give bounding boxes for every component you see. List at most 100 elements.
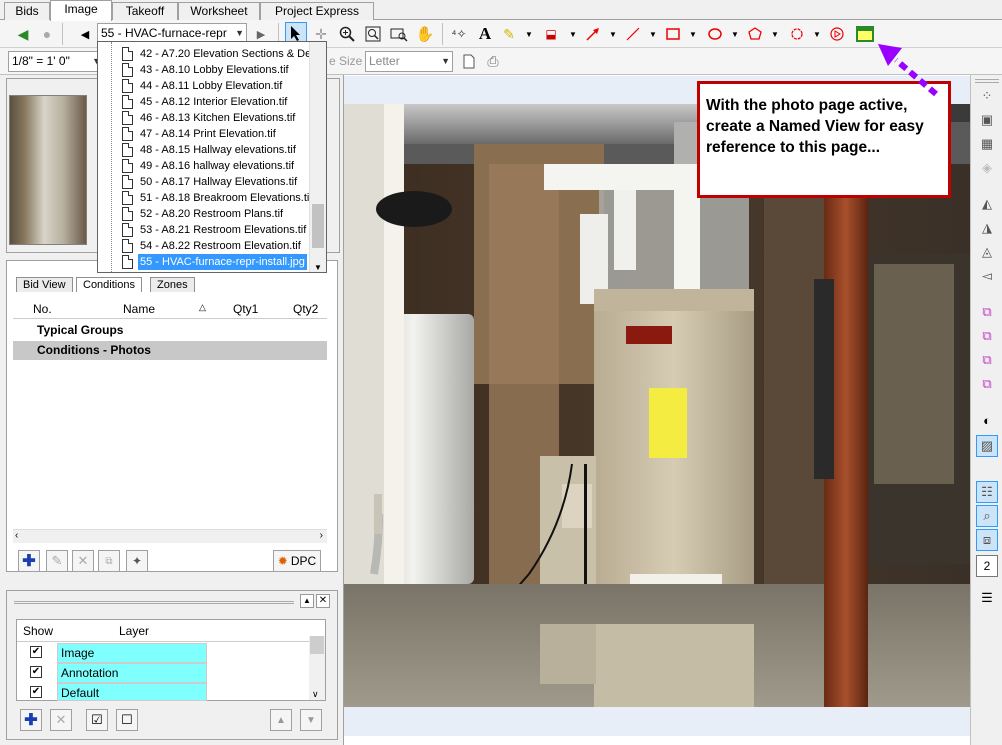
scale-selector[interactable]: 1/8" = 1' 0" ▼ — [8, 51, 104, 72]
scroll-thumb[interactable] — [312, 204, 324, 248]
line-icon[interactable] — [622, 23, 644, 45]
prev-page-icon[interactable]: ◀ — [74, 23, 96, 45]
toolbar-grip[interactable] — [975, 79, 999, 83]
list-item[interactable]: 52 - A8.20 Restroom Plans.tif — [98, 206, 308, 222]
zoom-view-icon[interactable]: ⌕ — [976, 505, 998, 527]
edit-condition-button[interactable]: ✎ — [46, 550, 68, 572]
list-item-selected[interactable]: 55 - HVAC-furnace-repr-install.jpg — [98, 254, 308, 270]
zoom-icon[interactable] — [336, 23, 358, 45]
text-icon[interactable]: A — [474, 23, 496, 45]
add-condition-button[interactable]: ✚ — [18, 550, 40, 572]
list-scrollbar[interactable]: ▼ — [309, 42, 326, 272]
flip-icon[interactable]: ◭ — [976, 193, 998, 215]
chevron-down-icon[interactable]: ▼ — [642, 23, 664, 45]
tab-worksheet[interactable]: Worksheet — [178, 2, 260, 20]
move-down-button[interactable]: ▼ — [300, 709, 322, 731]
list-item[interactable]: 47 - A8.14 Print Elevation.tif — [98, 126, 308, 142]
print-icon[interactable]: ⎙ — [482, 50, 504, 72]
list-item[interactable]: 48 - A8.15 Hallway elevations.tif — [98, 142, 308, 158]
list-item[interactable]: 42 - A7.20 Elevation Sections & Det — [98, 46, 314, 62]
layer-row[interactable]: ✔ Default — [17, 683, 309, 701]
mirror-icon[interactable]: ◬ — [976, 241, 998, 263]
layer-visible-checkbox[interactable]: ✔ — [30, 686, 42, 698]
grid-icon[interactable]: ▦ — [976, 133, 998, 155]
chevron-down-icon[interactable]: ▼ — [518, 23, 540, 45]
col-qty2[interactable]: Qty2 — [293, 302, 318, 316]
layer-bottom-icon[interactable]: ⧉ — [976, 373, 998, 395]
list-item[interactable]: 46 - A8.13 Kitchen Elevations.tif — [98, 110, 308, 126]
list-item[interactable]: 44 - A8.11 Lobby Elevation.tif — [98, 78, 308, 94]
list-item[interactable]: 53 - A8.21 Restroom Elevations.tif — [98, 222, 308, 238]
list-item[interactable]: 51 - A8.18 Breakroom Elevations.tif — [98, 190, 312, 206]
contrast-icon[interactable]: ◐ — [976, 409, 998, 431]
chevron-down-icon[interactable]: ▼ — [806, 23, 828, 45]
tab-bids[interactable]: Bids — [4, 2, 50, 20]
page-icon[interactable] — [458, 50, 480, 72]
list-item[interactable]: 45 - A8.12 Interior Elevation.tif — [98, 94, 308, 110]
copy-condition-button[interactable]: ⧉ — [98, 550, 120, 572]
stamp-tool-icon[interactable]: ⬓ — [540, 23, 562, 45]
stamp-icon[interactable] — [826, 23, 848, 45]
uncheck-all-button[interactable]: ☐ — [116, 709, 138, 731]
page-thumbnail[interactable] — [9, 95, 87, 245]
new-folder-button[interactable]: ✦ — [126, 550, 148, 572]
scroll-down-icon[interactable]: ∨ — [312, 689, 319, 700]
layer-down-icon[interactable]: ⧉ — [976, 325, 998, 347]
cloud-icon[interactable] — [786, 23, 808, 45]
dpc-button[interactable]: ✹ DPC — [273, 550, 321, 572]
scroll-left-icon[interactable]: ‹ — [15, 530, 18, 541]
group-row-conditions-photos[interactable]: Conditions - Photos — [13, 341, 327, 360]
chevron-down-icon[interactable]: ▼ — [562, 23, 584, 45]
scroll-down-icon[interactable]: ▼ — [314, 263, 322, 272]
layer-row[interactable]: ✔ Annotation — [17, 663, 309, 683]
col-qty1[interactable]: Qty1 — [233, 302, 258, 316]
layers-scrollbar[interactable]: ∨ — [309, 636, 325, 700]
scroll-thumb[interactable] — [310, 636, 324, 654]
tab-takeoff[interactable]: Takeoff — [112, 2, 178, 20]
legend-icon[interactable]: ☰ — [976, 587, 998, 609]
col-show[interactable]: Show — [23, 624, 53, 638]
zoom-fit-icon[interactable] — [388, 23, 410, 45]
chevron-down-icon[interactable]: ▼ — [602, 23, 624, 45]
horizontal-scrollbar[interactable]: ‹ › — [13, 529, 327, 543]
layer-row[interactable]: ✔ Image — [17, 643, 309, 663]
col-layer[interactable]: Layer — [119, 624, 149, 638]
pan-hand-icon[interactable]: ✋ — [414, 23, 436, 45]
chevron-down-icon[interactable]: ▼ — [682, 23, 704, 45]
subtab-conditions[interactable]: Conditions — [76, 277, 142, 292]
back-icon[interactable]: ◀ — [12, 23, 34, 45]
page-number-icon[interactable]: 2 — [976, 555, 998, 577]
select-points-icon[interactable]: ⁘ — [976, 85, 998, 107]
measure-icon[interactable]: ⁴✧ — [448, 23, 470, 45]
check-all-button[interactable]: ☑ — [86, 709, 108, 731]
overlay-icon[interactable]: ⧈ — [976, 529, 998, 551]
frame-icon[interactable]: ▣ — [976, 109, 998, 131]
layer-visible-checkbox[interactable]: ✔ — [30, 646, 42, 658]
list-item[interactable]: 50 - A8.17 Hallway Elevations.tif — [98, 174, 308, 190]
delete-layer-button[interactable]: ✕ — [50, 709, 72, 731]
subtab-zones[interactable]: Zones — [150, 277, 195, 292]
group-row-typical[interactable]: Typical Groups — [13, 321, 327, 340]
arrow-line-icon[interactable] — [582, 23, 604, 45]
list-item[interactable]: 49 - A8.16 hallway elevations.tif — [98, 158, 308, 174]
transform-icon[interactable]: ◈ — [976, 157, 998, 179]
collapse-icon[interactable]: ▲ — [300, 594, 314, 608]
list-item[interactable]: 43 - A8.10 Lobby Elevations.tif — [98, 62, 308, 78]
delete-condition-button[interactable]: ✕ — [72, 550, 94, 572]
highlighter-icon[interactable]: ✎ — [498, 23, 520, 45]
zoom-window-icon[interactable] — [362, 23, 384, 45]
rotate-icon[interactable]: ◮ — [976, 217, 998, 239]
polygon-icon[interactable] — [744, 23, 766, 45]
close-icon[interactable]: ✕ — [316, 594, 330, 608]
skew-icon[interactable]: ◅ — [976, 265, 998, 287]
move-up-button[interactable]: ▲ — [270, 709, 292, 731]
scroll-right-icon[interactable]: › — [320, 530, 323, 541]
tab-image[interactable]: Image — [50, 0, 112, 21]
paper-size-selector[interactable]: Letter ▼ — [365, 51, 453, 72]
rectangle-icon[interactable] — [662, 23, 684, 45]
subtab-bid-view[interactable]: Bid View — [16, 277, 73, 292]
tab-project-express[interactable]: Project Express — [260, 2, 374, 20]
layer-up-icon[interactable]: ⧉ — [976, 301, 998, 323]
chevron-down-icon[interactable]: ▼ — [724, 23, 746, 45]
layer-top-icon[interactable]: ⧉ — [976, 349, 998, 371]
